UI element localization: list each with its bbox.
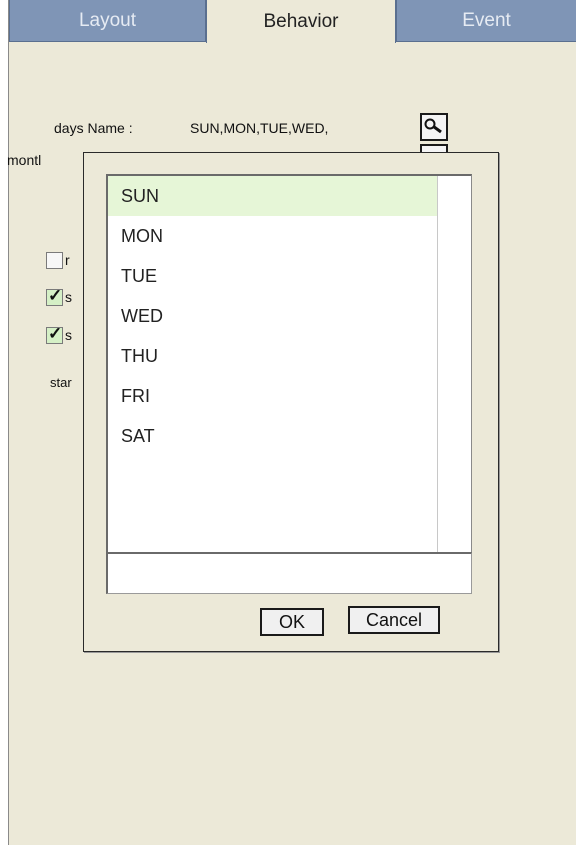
checkmark-icon: ✓ bbox=[48, 286, 63, 305]
days-name-find-button[interactable] bbox=[420, 113, 448, 141]
checkbox-option-3[interactable]: ✓ bbox=[46, 324, 63, 344]
days-name-label: days Name : bbox=[54, 120, 133, 136]
list-item-sat[interactable]: SAT bbox=[108, 416, 437, 456]
checkbox-option-3-label: s bbox=[65, 327, 72, 343]
checkbox-option-2[interactable]: ✓ bbox=[46, 286, 63, 306]
tab-event[interactable]: Event bbox=[396, 0, 576, 42]
months-name-label: montl bbox=[7, 152, 42, 168]
list-item-fri[interactable]: FRI bbox=[108, 376, 437, 416]
day-list[interactable]: SUN MON TUE WED THU FRI SAT bbox=[106, 174, 472, 560]
day-select-dialog: SUN MON TUE WED THU FRI SAT OK Cancel bbox=[83, 152, 499, 652]
list-scrollbar[interactable] bbox=[437, 176, 471, 559]
checkbox-option-1-label: r bbox=[65, 252, 70, 268]
list-item-sun[interactable]: SUN bbox=[108, 176, 437, 216]
list-item-wed[interactable]: WED bbox=[108, 296, 437, 336]
ok-button[interactable]: OK bbox=[260, 608, 324, 636]
checkbox-option-2-label: s bbox=[65, 289, 72, 305]
day-list-items: SUN MON TUE WED THU FRI SAT bbox=[108, 176, 437, 559]
list-item-tue[interactable]: TUE bbox=[108, 256, 437, 296]
list-item-thu[interactable]: THU bbox=[108, 336, 437, 376]
list-item-mon[interactable]: MON bbox=[108, 216, 437, 256]
checkbox-option-1[interactable] bbox=[46, 252, 63, 269]
tab-layout[interactable]: Layout bbox=[9, 0, 206, 42]
cancel-button[interactable]: Cancel bbox=[348, 606, 440, 634]
tab-behavior[interactable]: Behavior bbox=[206, 0, 396, 43]
day-input-field[interactable] bbox=[106, 552, 472, 594]
days-name-value: SUN,MON,TUE,WED, bbox=[190, 120, 329, 136]
start-label: star bbox=[50, 375, 72, 390]
checkmark-icon: ✓ bbox=[48, 324, 63, 343]
